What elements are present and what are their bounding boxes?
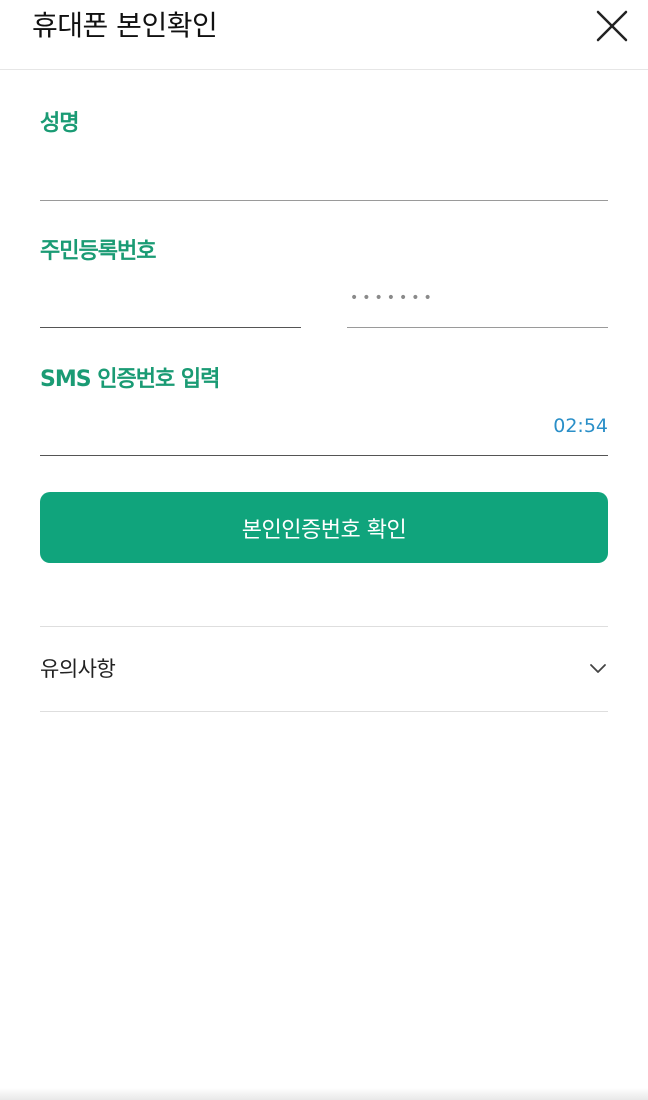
header: 휴대폰 본인확인 (0, 0, 648, 70)
confirm-auth-button[interactable]: 본인인증번호 확인 (40, 492, 608, 563)
resident-number-label: 주민등록번호 (40, 239, 156, 264)
resident-number-back-masked: ••••••• (350, 290, 436, 306)
bottom-edge (0, 1088, 648, 1100)
name-label: 성명 (40, 111, 79, 136)
close-icon (596, 10, 628, 42)
notice-label: 유의사항 (40, 657, 116, 681)
chevron-down-icon (590, 664, 606, 673)
sms-code-label: SMS 인증번호 입력 (40, 367, 220, 392)
countdown-timer: 02:54 (553, 415, 608, 437)
name-input[interactable] (40, 160, 608, 201)
close-button[interactable] (594, 8, 630, 44)
resident-number-front-input[interactable] (40, 288, 301, 328)
page-title: 휴대폰 본인확인 (32, 9, 218, 42)
sms-code-input[interactable] (40, 414, 608, 456)
notice-accordion[interactable]: 유의사항 (40, 626, 608, 712)
